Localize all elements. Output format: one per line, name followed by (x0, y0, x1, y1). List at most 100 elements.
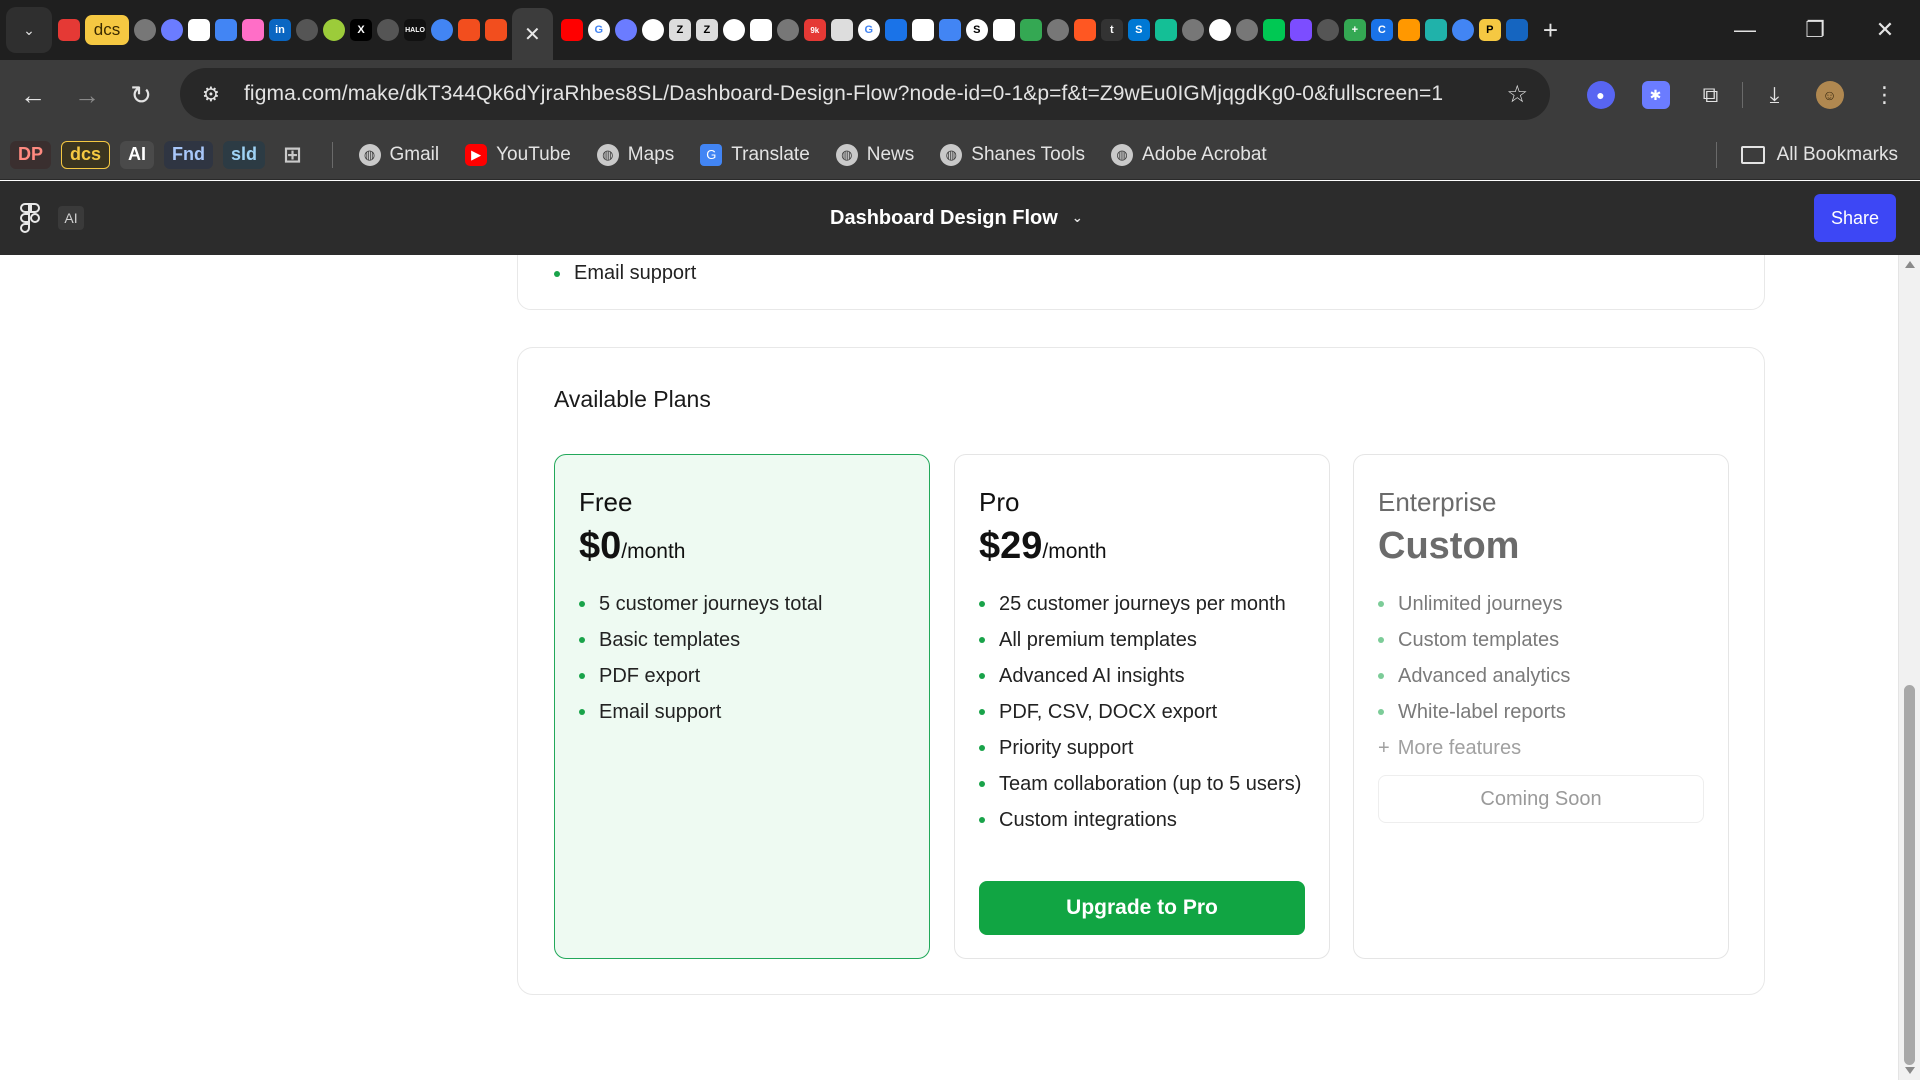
scroll-up-arrow-icon[interactable] (1905, 261, 1915, 268)
bookmark-translate[interactable]: G Translate (700, 143, 810, 166)
download-icon[interactable] (884, 19, 907, 41)
google-icon[interactable]: G (587, 19, 610, 41)
apps-grid-icon[interactable]: ⊞ (275, 141, 309, 169)
github-icon[interactable] (1208, 19, 1231, 41)
figma-icon[interactable] (485, 19, 507, 41)
globe-icon[interactable] (1181, 19, 1204, 41)
zotero-icon[interactable]: Z (695, 19, 718, 41)
bookmark-youtube[interactable]: ▶ YouTube (465, 143, 571, 166)
globe-icon[interactable] (134, 19, 156, 41)
bookmark-maps[interactable]: ◍ Maps (596, 143, 674, 166)
chart-icon[interactable] (911, 19, 934, 41)
share-button[interactable]: Share (1814, 194, 1896, 242)
minimize-button[interactable]: — (1710, 17, 1780, 43)
bookmark-star-icon[interactable]: ☆ (1506, 80, 1528, 109)
twitter-icon[interactable]: t (1100, 19, 1123, 41)
perplexity-icon[interactable] (1424, 19, 1447, 41)
extension-asterisk-icon[interactable]: ✱ (1628, 81, 1683, 109)
docs-icon[interactable] (938, 19, 961, 41)
chrome-icon[interactable] (431, 19, 453, 41)
notion-icon[interactable] (1289, 19, 1312, 41)
restore-button[interactable]: ❐ (1780, 17, 1850, 43)
gemini-icon[interactable] (1451, 19, 1474, 41)
active-tab-close[interactable]: ✕ (512, 8, 553, 60)
site-info-icon[interactable]: ⚙ (202, 82, 230, 107)
openai-icon[interactable] (614, 19, 637, 41)
bookmark-chip-fnd[interactable]: Fnd (164, 140, 214, 169)
globe-icon[interactable] (1046, 19, 1069, 41)
pinned-tab-dcs[interactable]: dcs (85, 15, 129, 45)
bookmark-gmail[interactable]: ◍ Gmail (358, 143, 439, 166)
close-window-button[interactable]: ✕ (1850, 17, 1920, 43)
address-bar[interactable]: ⚙ figma.com/make/dkT344Qk6dYjraRhbes8SL/… (180, 68, 1550, 120)
asterisk-icon[interactable] (242, 19, 264, 41)
reload-button[interactable]: ↻ (114, 80, 168, 111)
sheets-icon[interactable] (749, 19, 772, 41)
bookmark-chip-dp[interactable]: DP (10, 140, 52, 169)
downloads-icon[interactable]: ⤓ (1747, 82, 1802, 108)
list-icon[interactable] (1505, 19, 1528, 41)
feature-text: 5 customer journeys total (599, 593, 823, 615)
maps-icon[interactable] (1019, 19, 1042, 41)
smiley-icon[interactable] (323, 19, 345, 41)
x-icon[interactable]: X (350, 19, 372, 41)
all-bookmarks[interactable]: All Bookmarks (1715, 141, 1898, 168)
claude-icon[interactable] (1397, 19, 1420, 41)
puzzle-icon[interactable] (161, 19, 183, 41)
copilot-icon[interactable] (296, 19, 318, 41)
profile-avatar[interactable]: ☺ (1802, 81, 1857, 109)
google-icon[interactable]: G (857, 19, 880, 41)
openai-icon[interactable] (377, 19, 399, 41)
openai-icon[interactable] (1316, 19, 1339, 41)
pin-icon[interactable] (58, 19, 80, 41)
s-icon[interactable]: S (965, 19, 988, 41)
back-button[interactable]: ← (6, 80, 60, 111)
extensions-puzzle-icon[interactable]: ⧉ (1683, 82, 1738, 108)
globe-icon[interactable] (1235, 19, 1258, 41)
github-icon[interactable] (722, 19, 745, 41)
chess-icon[interactable] (992, 19, 1015, 41)
bookmark-chip-sld[interactable]: sld (223, 140, 266, 169)
tab-search-button[interactable]: ⌄ (6, 7, 52, 53)
bookmark-shanes-tools[interactable]: ◍ Shanes Tools (940, 143, 1085, 166)
calendar-icon[interactable] (830, 19, 853, 41)
drive-icon[interactable] (1262, 19, 1285, 41)
figma-icon[interactable] (458, 19, 480, 41)
file-title-menu[interactable]: Dashboard Design Flow ⌄ (830, 181, 1083, 255)
plan-card-pro: Pro $29/month 25 customer journeys per m… (954, 454, 1330, 959)
coming-soon-button[interactable]: Coming Soon (1378, 775, 1704, 823)
page-scrollbar[interactable] (1898, 255, 1920, 1080)
menu-kebab-icon[interactable]: ⋮ (1857, 82, 1912, 108)
ai-badge[interactable]: AI (58, 206, 84, 230)
github-icon[interactable] (641, 19, 664, 41)
scrollbar-thumb[interactable] (1904, 685, 1915, 1065)
bookmark-news[interactable]: ◍ News (835, 143, 914, 166)
halo-icon[interactable]: HALO (404, 19, 426, 41)
plus-icon[interactable]: + (1343, 19, 1366, 41)
bullet-dot (979, 709, 985, 715)
figma-logo-icon[interactable] (20, 203, 42, 233)
copilot-icon[interactable]: C (1370, 19, 1393, 41)
bookmark-adobe-acrobat[interactable]: ◍ Adobe Acrobat (1111, 143, 1267, 166)
star-icon[interactable] (215, 19, 237, 41)
tiktok-icon[interactable] (1073, 19, 1096, 41)
khan-icon[interactable] (1154, 19, 1177, 41)
extension-ghost-icon[interactable]: ● (1573, 81, 1628, 109)
forward-button[interactable]: → (60, 80, 114, 111)
globe-icon: ◍ (835, 143, 858, 166)
scroll-down-arrow-icon[interactable] (1905, 1067, 1915, 1074)
p-icon[interactable]: P (1478, 19, 1501, 41)
globe-icon[interactable] (776, 19, 799, 41)
new-tab-button[interactable]: + (1543, 15, 1558, 46)
bookmark-chip-ai[interactable]: AI (120, 140, 155, 169)
skype-icon[interactable]: S (1127, 19, 1150, 41)
news-icon[interactable]: 9k (803, 19, 826, 41)
bookmark-chip-dcs[interactable]: dcs (61, 140, 111, 169)
linkedin-icon[interactable]: in (269, 19, 291, 41)
upgrade-to-pro-button[interactable]: Upgrade to Pro (979, 881, 1305, 935)
youtube-icon[interactable] (560, 19, 583, 41)
doc-icon[interactable] (188, 19, 210, 41)
url-text[interactable]: figma.com/make/dkT344Qk6dYjraRhbes8SL/Da… (244, 82, 1443, 106)
section-title: Available Plans (554, 386, 711, 412)
zotero-icon[interactable]: Z (668, 19, 691, 41)
